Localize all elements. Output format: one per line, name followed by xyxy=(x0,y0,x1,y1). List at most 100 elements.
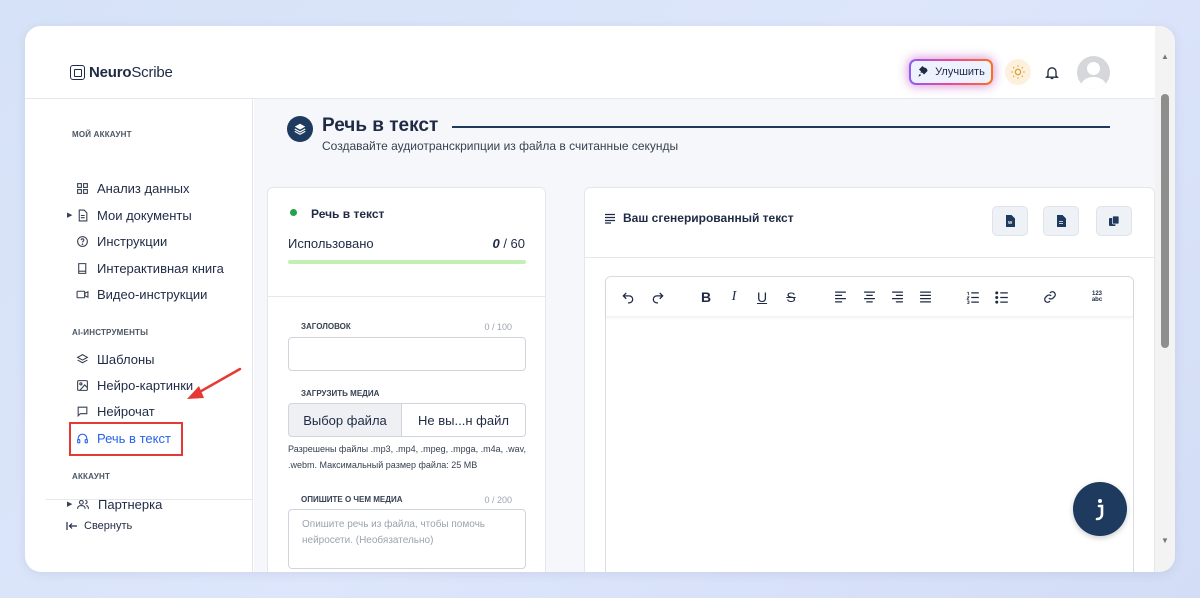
chat-bubble-icon xyxy=(1095,499,1104,521)
form-title: Речь в текст xyxy=(311,207,385,221)
scroll-thumb[interactable] xyxy=(1161,94,1169,348)
logo-icon xyxy=(70,65,85,80)
section-label-my-account: МОЙ АККАУНТ xyxy=(72,130,132,139)
usage-label: Использовано xyxy=(288,236,374,251)
strikethrough-icon: S xyxy=(786,289,796,305)
align-justify-button[interactable] xyxy=(915,287,935,307)
sidebar-item-neuro-images[interactable]: Нейро-картинки xyxy=(76,375,193,395)
image-icon xyxy=(77,379,88,391)
support-chat-button[interactable] xyxy=(1073,482,1127,536)
grid-icon xyxy=(77,182,88,194)
copy-button[interactable] xyxy=(1096,206,1132,236)
collapse-label: Свернуть xyxy=(84,520,133,532)
underline-icon: U xyxy=(756,289,768,305)
italic-button[interactable]: I xyxy=(724,287,744,307)
describe-placeholder: Опишите речь из файла, чтобы помочь нейр… xyxy=(302,519,486,546)
document-icon xyxy=(78,209,88,221)
undo-icon xyxy=(622,292,634,304)
pdf-doc-icon xyxy=(1057,215,1066,227)
sidebar-item-templates[interactable]: Шаблоны xyxy=(76,349,155,369)
theme-toggle[interactable] xyxy=(1005,59,1031,85)
editor-toolbar: B I U S 123 abc xyxy=(606,277,1133,317)
sidebar-item-neurochat[interactable]: Нейрочат xyxy=(76,401,155,421)
generated-text-card: Ваш сгенерированный текст W B I U S 123 … xyxy=(584,187,1155,572)
question-icon xyxy=(77,235,88,247)
page-title: Речь в текст xyxy=(322,115,439,136)
copy-icon xyxy=(1109,215,1120,226)
rich-text-editor[interactable]: B I U S 123 abc xyxy=(605,276,1134,572)
collapse-icon xyxy=(66,522,77,530)
heading-counter: 0 / 100 xyxy=(484,322,512,332)
sidebar: МОЙ АККАУНТ Анализ данных ▶ Мои документ… xyxy=(46,99,253,572)
italic-icon: I xyxy=(731,289,737,304)
strikethrough-button[interactable]: S xyxy=(781,287,801,307)
app-logo[interactable]: NeuroScribe xyxy=(70,64,173,81)
ordered-list-icon xyxy=(966,291,979,304)
undo-button[interactable] xyxy=(618,287,638,307)
expand-caret-icon[interactable]: ▶ xyxy=(67,211,72,219)
layers-icon xyxy=(294,123,306,135)
video-icon xyxy=(76,290,89,298)
bold-button[interactable]: B xyxy=(696,287,716,307)
choose-file-button[interactable]: Выбор файла xyxy=(288,403,402,437)
describe-counter: 0 / 200 xyxy=(484,495,512,505)
heading-label: ЗАГОЛОВОК xyxy=(301,322,351,331)
sidebar-item-video-instructions[interactable]: Видео-инструкции xyxy=(76,284,207,304)
usage-value: 0 / 60 xyxy=(492,236,525,251)
logo-text: NeuroScribe xyxy=(89,64,173,81)
bullet-list-icon xyxy=(995,290,1008,304)
scroll-up-arrow-icon[interactable]: ▲ xyxy=(1161,52,1169,61)
link-button[interactable] xyxy=(1040,287,1060,307)
ordered-list-button[interactable] xyxy=(963,287,983,307)
sidebar-item-label: Анализ данных xyxy=(97,180,190,196)
sidebar-item-label: Мои документы xyxy=(97,207,192,223)
form-divider xyxy=(268,296,545,297)
book-icon xyxy=(78,262,87,274)
align-justify-icon xyxy=(919,291,931,303)
notifications-button[interactable] xyxy=(1044,64,1060,86)
sidebar-item-label: Видео-инструкции xyxy=(97,286,208,302)
page-scrollbar[interactable]: ▲ ▼ xyxy=(1155,26,1175,572)
align-center-button[interactable] xyxy=(859,287,879,307)
sidebar-item-label: Интерактивная книга xyxy=(97,260,224,276)
redo-icon xyxy=(652,292,664,304)
describe-label: ОПИШИТЕ О ЧЕМ МЕДИА xyxy=(301,495,403,504)
heading-input[interactable] xyxy=(288,337,526,371)
align-left-button[interactable] xyxy=(830,287,850,307)
bullet-list-button[interactable] xyxy=(992,287,1012,307)
sidebar-item-data-analysis[interactable]: Анализ данных xyxy=(76,178,190,198)
page-icon xyxy=(287,116,313,142)
link-icon xyxy=(1044,291,1056,303)
redo-button[interactable] xyxy=(648,287,668,307)
usage-progress-bar xyxy=(288,260,526,264)
sun-icon xyxy=(1011,65,1025,79)
upgrade-button[interactable]: Улучшить xyxy=(909,59,993,85)
output-header: Ваш сгенерированный текст xyxy=(604,211,794,225)
download-pdf-button[interactable] xyxy=(1043,206,1079,236)
section-label-ai-tools: AI-ИНСТРУМЕНТЫ xyxy=(72,328,149,337)
spellcheck-icon-bottom: abc xyxy=(1091,297,1103,303)
align-right-icon xyxy=(891,291,903,303)
status-dot xyxy=(290,209,297,216)
top-header: NeuroScribe Улучшить xyxy=(25,26,1155,99)
sidebar-item-label: Инструкции xyxy=(97,233,168,249)
sidebar-item-instructions[interactable]: Инструкции xyxy=(76,231,167,251)
underline-button[interactable]: U xyxy=(752,287,772,307)
user-avatar[interactable] xyxy=(1077,56,1110,89)
sidebar-item-label: Нейрочат xyxy=(97,403,155,419)
bell-icon xyxy=(1045,67,1059,80)
scroll-down-arrow-icon[interactable]: ▼ xyxy=(1161,536,1169,545)
sidebar-item-interactive-book[interactable]: Интерактивная книга xyxy=(76,258,224,278)
sidebar-item-label: Нейро-картинки xyxy=(97,377,194,393)
upload-hint: Разрешены файлы .mp3, .mp4, .mpeg, .mpga… xyxy=(288,444,526,470)
sidebar-footer: Свернуть xyxy=(46,499,253,572)
upload-label: ЗАГРУЗИТЬ МЕДИА xyxy=(301,389,380,398)
align-center-icon xyxy=(863,291,875,303)
title-divider xyxy=(452,126,1110,128)
sidebar-item-my-documents[interactable]: ▶ Мои документы xyxy=(67,205,192,225)
spellcheck-button[interactable]: 123 abc xyxy=(1087,287,1107,307)
word-doc-icon: W xyxy=(1006,215,1015,227)
align-right-button[interactable] xyxy=(887,287,907,307)
download-word-button[interactable]: W xyxy=(992,206,1028,236)
collapse-button[interactable]: Свернуть xyxy=(66,520,132,532)
